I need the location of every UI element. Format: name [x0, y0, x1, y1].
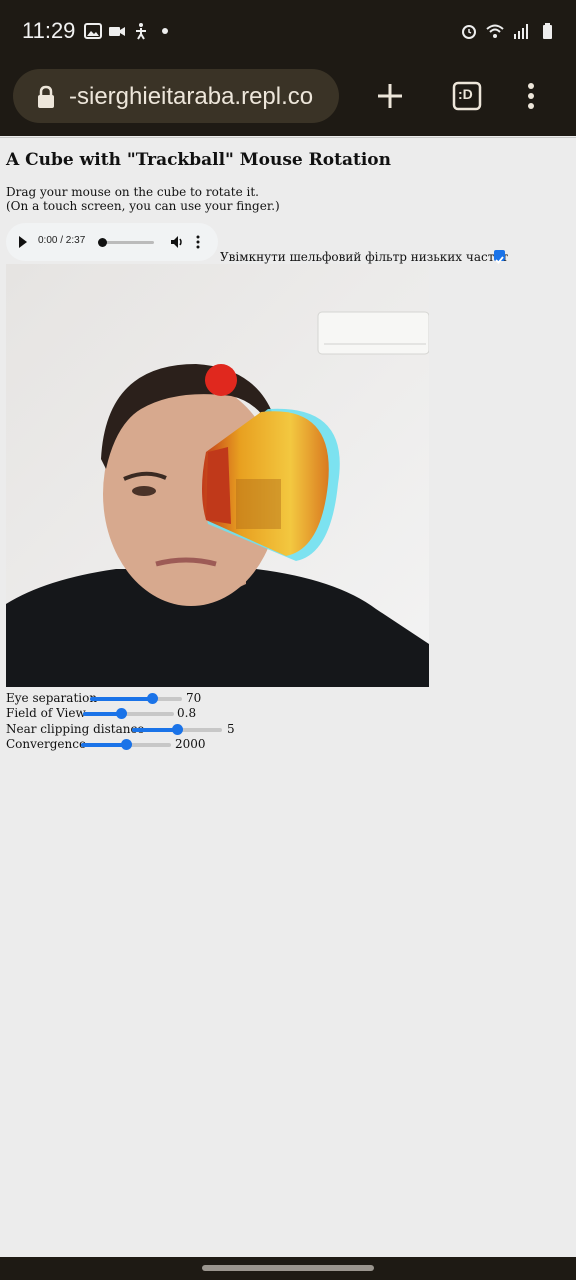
accessibility-icon — [136, 23, 146, 40]
slider-value: 70 — [186, 691, 202, 705]
new-tab-button[interactable] — [368, 74, 412, 118]
image-icon — [84, 23, 102, 39]
volume-icon[interactable] — [170, 235, 184, 249]
slider-track[interactable] — [83, 708, 174, 719]
slider-track[interactable] — [90, 693, 182, 704]
audio-seek-bar[interactable] — [98, 238, 154, 247]
page-title: A Cube with "Trackball" Mouse Rotation — [6, 150, 391, 170]
3d-canvas[interactable] — [6, 264, 429, 687]
more-vert-icon — [528, 83, 534, 109]
check-icon — [495, 256, 504, 264]
alarm-icon — [462, 25, 476, 39]
page-description: Drag your mouse on the cube to rotate it… — [6, 185, 280, 213]
slider-knob[interactable] — [121, 739, 132, 750]
status-bar: 11:29 — [0, 0, 576, 64]
status-time: 11:29 — [22, 18, 76, 43]
slider-track[interactable] — [132, 724, 222, 735]
slider-fill — [81, 743, 126, 747]
filter-label: Увімкнути шельфовий фільтр низьких часто… — [220, 250, 509, 264]
tab-switcher-label: :D — [458, 86, 473, 102]
navigation-bar — [0, 1257, 576, 1280]
air-conditioner — [317, 311, 429, 355]
slider-knob[interactable] — [116, 708, 128, 719]
audio-more-icon[interactable] — [196, 235, 200, 249]
video-icon — [109, 27, 125, 36]
signal-icon — [514, 24, 528, 39]
filter-checkbox[interactable] — [494, 250, 505, 264]
slider-fill — [132, 728, 177, 732]
battery-icon — [543, 23, 552, 39]
slider-label: Eye separation — [6, 691, 98, 705]
dot-icon — [162, 28, 168, 34]
lock-icon[interactable] — [35, 85, 57, 109]
audio-time: 0:00 / 2:37 — [38, 235, 86, 246]
audio-seek-thumb[interactable] — [98, 238, 107, 247]
play-icon[interactable] — [19, 236, 27, 248]
audio-player[interactable]: 0:00 / 2:37 — [6, 223, 218, 261]
more-menu-button[interactable] — [509, 74, 553, 118]
slider-knob[interactable] — [146, 693, 158, 704]
page-content: A Cube with "Trackball" Mouse Rotation D… — [0, 137, 576, 1258]
description-line-1: Drag your mouse on the cube to rotate it… — [6, 185, 259, 199]
slider-track[interactable] — [81, 739, 171, 750]
slider-fill — [90, 697, 152, 701]
slider-knob[interactable] — [172, 724, 183, 735]
slider-label: Convergence — [6, 737, 87, 751]
status-right-icons — [460, 22, 556, 40]
tab-switcher-button[interactable]: :D — [445, 74, 489, 118]
slider-label: Near clipping distance — [6, 722, 145, 736]
browser-toolbar: -sierghieitaraba.repl.co :D — [0, 64, 576, 136]
description-line-2: (On a touch screen, you can use your fin… — [6, 199, 280, 213]
wifi-icon — [486, 24, 504, 38]
slider-value: 2000 — [175, 737, 206, 751]
url-text[interactable]: -sierghieitaraba.repl.co — [69, 83, 339, 111]
camera-scene — [6, 264, 429, 687]
address-bar[interactable]: -sierghieitaraba.repl.co — [13, 69, 339, 123]
plus-icon — [378, 84, 402, 108]
slider-value: 0.8 — [177, 706, 197, 720]
status-left-icons — [84, 22, 174, 40]
slider-value: 5 — [227, 722, 235, 736]
slider-label: Field of View — [6, 706, 86, 720]
home-gesture-handle[interactable] — [202, 1265, 374, 1271]
